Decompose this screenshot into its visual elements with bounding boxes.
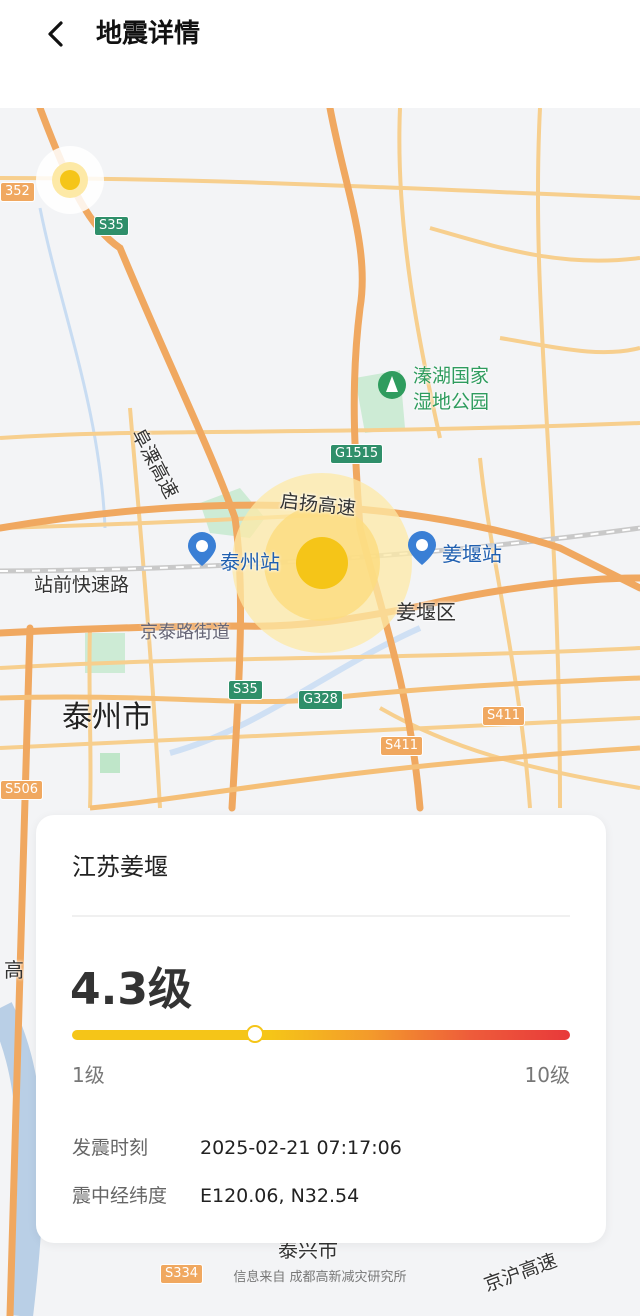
station-marker-jiangyan xyxy=(408,531,436,565)
road-shield-s411-right: S411 xyxy=(482,706,526,726)
road-shield-s35-top: S35 xyxy=(94,216,129,236)
top-bar: 地震详情 xyxy=(0,0,640,108)
road-shield-g328: G328 xyxy=(298,690,343,710)
road-shield-g1515: G1515 xyxy=(330,444,384,464)
road-shield-s35-mid: S35 xyxy=(228,680,263,700)
data-source-credit: 信息来自 成都高新减灾研究所 xyxy=(233,1270,407,1285)
location-name: 江苏姜堰 xyxy=(72,853,168,881)
page-title: 地震详情 xyxy=(96,19,201,49)
map-label-edge-gao: 高 xyxy=(4,958,24,982)
magnitude-scale-bar xyxy=(72,1025,570,1043)
map-label-road-zhanqian: 站前快速路 xyxy=(34,574,130,596)
divider xyxy=(72,915,570,917)
coordinates-label: 震中经纬度 xyxy=(72,1185,168,1207)
chevron-left-icon xyxy=(48,21,63,47)
time-value: 2025-02-21 07:17:06 xyxy=(200,1137,402,1159)
back-button[interactable] xyxy=(36,14,76,54)
earthquake-info-card: 江苏姜堰 4.3级 1级 10级 发震时刻 2025-02-21 07:17:06… xyxy=(36,815,606,1243)
station-marker-taizhou xyxy=(188,532,216,566)
scale-max-label: 10级 xyxy=(524,1063,570,1087)
scale-min-label: 1级 xyxy=(72,1063,105,1087)
map-label-district-jiangyan: 姜堰区 xyxy=(396,600,456,624)
map-label-street-jingtai: 京泰路街道 xyxy=(140,622,230,643)
map-label-city-taizhou: 泰州市 xyxy=(62,700,152,735)
info-row-time: 发震时刻 2025-02-21 07:17:06 xyxy=(72,1133,402,1160)
map-label-station-taizhou: 泰州站 xyxy=(220,550,280,574)
magnitude-scale-marker xyxy=(245,1025,264,1043)
magnitude-value: 4.3级 xyxy=(70,964,192,1015)
road-shield-s506: S506 xyxy=(0,780,44,800)
map-label-park-line2: 湿地公园 xyxy=(413,391,490,413)
road-shield-352: 352 xyxy=(0,182,35,202)
map-label-station-jiangyan: 姜堰站 xyxy=(442,542,502,566)
coordinates-value: E120.06, N32.54 xyxy=(200,1185,360,1207)
time-label: 发震时刻 xyxy=(72,1137,149,1159)
info-row-coordinates: 震中经纬度 E120.06, N32.54 xyxy=(72,1181,359,1208)
map-label-park: 溱湖国家 xyxy=(413,365,490,387)
road-shield-s411-bottom: S411 xyxy=(380,736,424,756)
